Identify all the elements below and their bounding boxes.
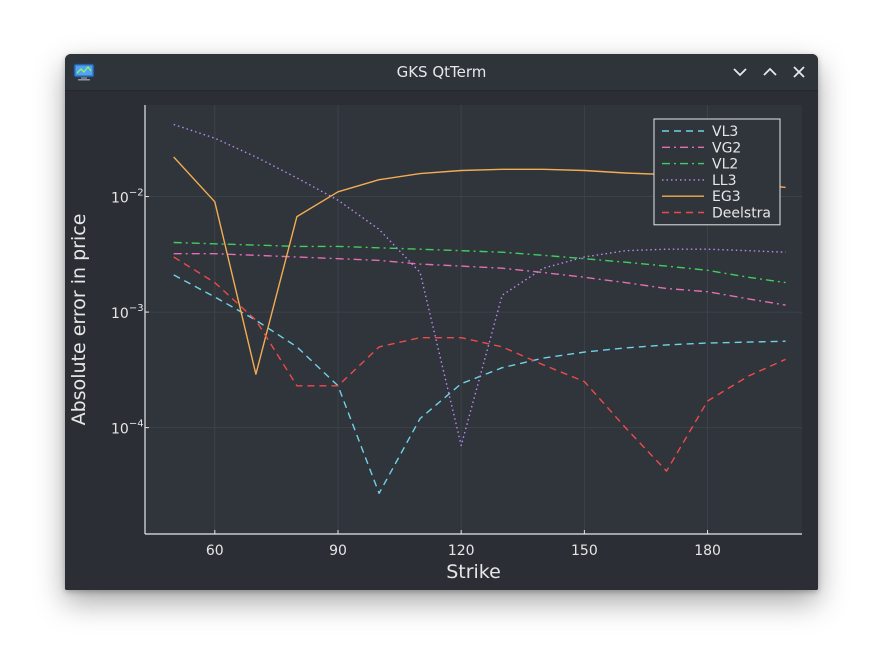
y-axis-label: Absolute error in price xyxy=(68,214,90,426)
legend-label: Deelstra xyxy=(712,206,771,222)
x-tick-label: 150 xyxy=(571,543,598,559)
legend-label: VG2 xyxy=(712,140,741,156)
x-tick-label: 180 xyxy=(694,543,721,559)
legend-label: VL3 xyxy=(712,124,738,140)
maximize-icon[interactable] xyxy=(760,62,780,82)
x-tick-label: 120 xyxy=(448,543,475,559)
window-title: GKS QtTerm xyxy=(396,63,487,81)
minimize-icon[interactable] xyxy=(730,62,750,82)
x-axis-label: Strike xyxy=(446,561,501,583)
y-tick-label: 10−3 xyxy=(111,303,144,322)
legend: VL3VG2VL2LL3EG3Deelstra xyxy=(653,118,781,226)
x-tick-label: 60 xyxy=(206,543,224,559)
close-icon[interactable] xyxy=(789,62,809,82)
y-tick-label: 10−2 xyxy=(111,188,144,207)
line-chart: 60 90 120 150 180 10−4 10−3 10−2 Strike Absolut… xyxy=(68,105,802,583)
app-window: GKS QtTerm 60 90 120 150 180 10−4 10−3 10−2 Str… xyxy=(65,54,818,590)
legend-label: LL3 xyxy=(712,173,737,189)
y-tick-label: 10−4 xyxy=(111,419,144,438)
legend-label: EG3 xyxy=(712,189,741,205)
x-tick-label: 90 xyxy=(329,543,347,559)
plot-area: 60 90 120 150 180 10−4 10−3 10−2 Strike Absolut… xyxy=(65,91,818,590)
title-bar[interactable]: GKS QtTerm xyxy=(65,54,818,91)
legend-label: VL2 xyxy=(712,157,738,173)
